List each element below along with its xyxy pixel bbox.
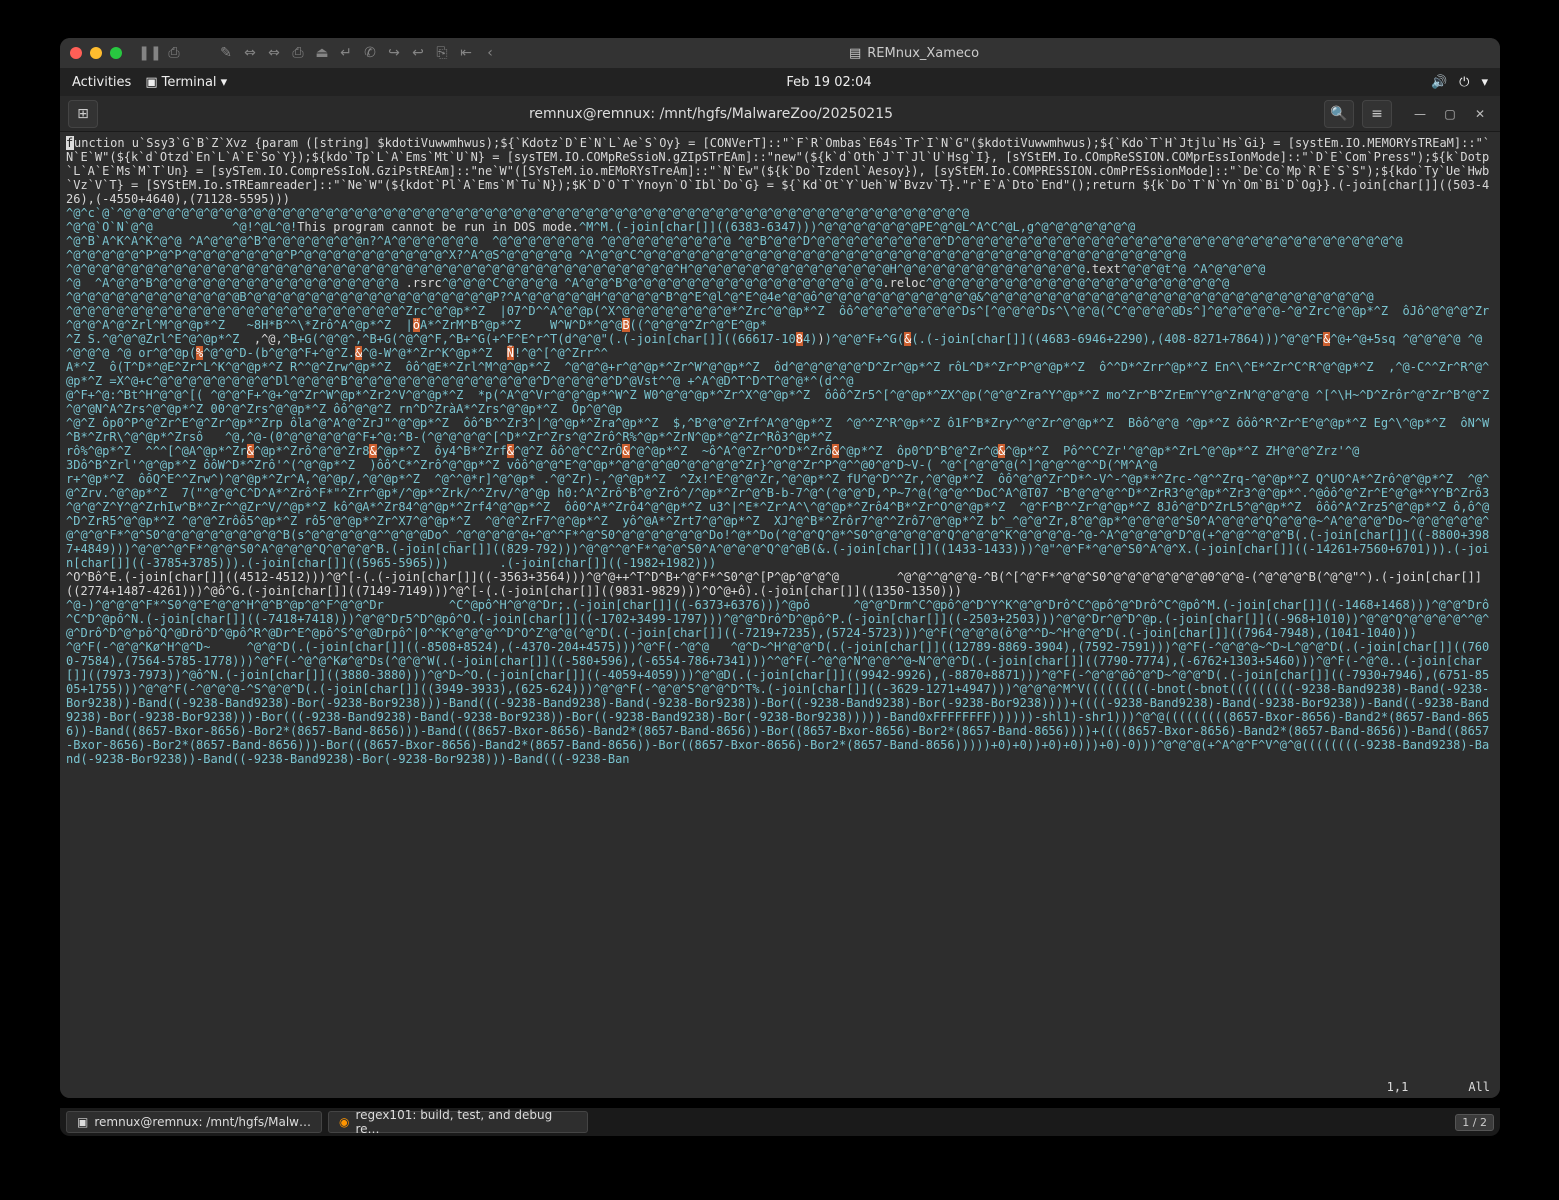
tool-icon-10[interactable]: ⎘ [434,45,450,61]
host-window-chrome: ❚❚ ⎙ ✎ ⇔ ⇔ ⎙ ⏏ ↵ ✆ ↪ ↩ ⎘ ⇤ ‹ ▤ REMnux_Xa… [60,38,1500,68]
tool-icon-6[interactable]: ↵ [338,45,354,61]
maximize-button[interactable]: ▢ [1438,103,1462,125]
terminal-app-menu[interactable]: ▣ Terminal ▾ [145,75,227,90]
tool-icon-2[interactable]: ⇔ [242,45,258,61]
tool-icon-8[interactable]: ↪ [386,45,402,61]
firefox-icon: ◉ [339,1115,349,1129]
terminal-icon: ▣ [145,75,157,90]
search-icon: 🔍 [1330,106,1347,122]
volume-icon[interactable]: 🔊 [1431,75,1447,90]
tool-icon-1[interactable]: ✎ [218,45,234,61]
cursor-position: 1,1 [1387,1080,1409,1094]
activities-button[interactable]: Activities [72,75,131,90]
file-icon: ▤ [849,46,861,61]
search-button[interactable]: 🔍 [1324,100,1354,128]
close-button[interactable]: ✕ [1468,103,1492,125]
terminal-headerbar: ⊞ remnux@remnux: /mnt/hgfs/MalwareZoo/20… [60,96,1500,132]
tool-icon-11[interactable]: ⇤ [458,45,474,61]
snapshot-icon[interactable]: ⎙ [166,45,182,61]
tool-icon-9[interactable]: ↩ [410,45,426,61]
taskbar-item-label: remnux@remnux: /mnt/hgfs/Malw… [94,1115,311,1129]
power-icon[interactable]: ⏻ [1459,75,1469,90]
chevron-down-icon[interactable]: ▾ [1481,75,1488,90]
pause-icon[interactable]: ❚❚ [142,45,158,61]
taskbar-item-terminal[interactable]: ▣ remnux@remnux: /mnt/hgfs/Malw… [66,1111,322,1133]
scroll-indicator: All [1468,1080,1490,1094]
clock[interactable]: Feb 19 02:04 [227,75,1431,90]
tool-icon-3[interactable]: ⇔ [266,45,282,61]
hamburger-menu-button[interactable]: ≡ [1362,100,1392,128]
minimize-button[interactable]: — [1408,103,1432,125]
terminal-title: remnux@remnux: /mnt/hgfs/MalwareZoo/2025… [106,106,1316,122]
gnome-top-bar: Activities ▣ Terminal ▾ Feb 19 02:04 🔊 ⏻… [60,68,1500,96]
taskbar-item-firefox[interactable]: ◉ regex101: build, test, and debug re… [328,1111,588,1133]
terminal-icon: ▣ [77,1115,88,1129]
close-window-button[interactable] [70,47,82,59]
menu-icon: ≡ [1371,106,1383,122]
minimize-window-button[interactable] [90,47,102,59]
terminal-viewport[interactable]: function u`Ssy3`G`B`Z`Xvz {param ([strin… [60,132,1500,1098]
host-tab-title: ▤ REMnux_Xameco [506,46,1322,61]
chevron-left-icon[interactable]: ‹ [482,45,498,61]
taskbar-item-label: regex101: build, test, and debug re… [355,1108,577,1136]
bottom-taskbar: ▣ remnux@remnux: /mnt/hgfs/Malw… ◉ regex… [60,1108,1500,1136]
zoom-window-button[interactable] [110,47,122,59]
tool-icon-4[interactable]: ⎙ [290,45,306,61]
vim-status-line: 1,1 All [1387,1080,1490,1094]
tool-icon-5[interactable]: ⏏ [314,45,330,61]
traffic-lights [70,47,122,59]
tool-icon-7[interactable]: ✆ [362,45,378,61]
terminal-app-label: Terminal [162,75,217,90]
host-tab-label: REMnux_Xameco [867,46,979,61]
workspace-indicator[interactable]: 1 / 2 [1455,1114,1494,1131]
new-tab-button[interactable]: ⊞ [68,100,98,128]
